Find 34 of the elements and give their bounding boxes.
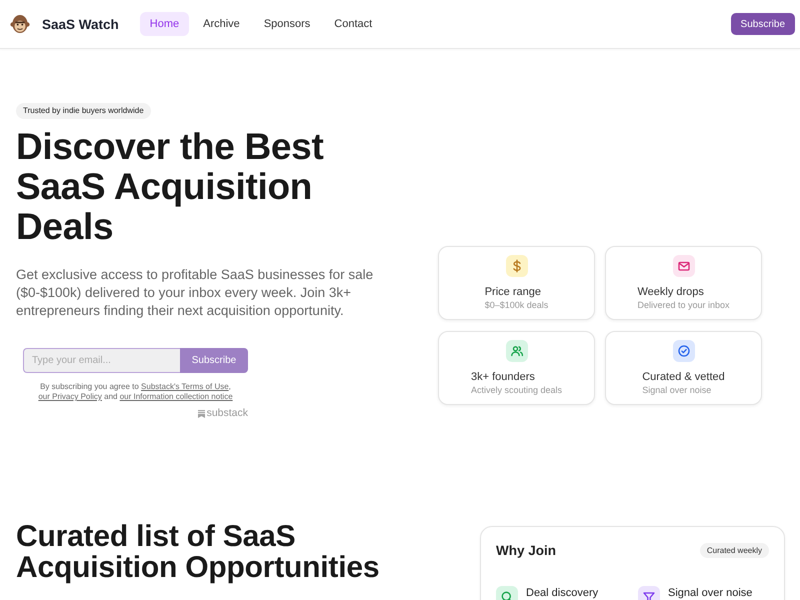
benefit-label: Signal over noise — [668, 586, 752, 599]
disclaimer-link[interactable]: our Privacy Policy — [38, 392, 102, 401]
brand-label[interactable]: substack — [206, 408, 248, 419]
hero-heading: Discover the Best SaaS Acquisition Deals — [16, 127, 324, 247]
section-heading: Curated list of SaaS Acquisition Opportunities — [16, 521, 380, 586]
brand-name[interactable]: SaaS Watch — [42, 16, 119, 32]
feature-title: 3k+ founders — [470, 370, 536, 384]
nav-tab[interactable]: Contact — [324, 12, 382, 36]
disclaimer-link[interactable]: our Information collection notice — [120, 392, 233, 401]
bookmark-icon — [198, 410, 205, 418]
envelope-icon — [672, 255, 694, 277]
benefit-label: Deal discovery — [526, 586, 598, 599]
hero-description: Get exclusive access to profitable SaaS businesses for sale ($0-$100k) delivered to your inbox every week. Join 3k+ entrepreneurs finding their next acquisition opportunity. — [16, 266, 374, 320]
feature-title: Curated & vetted — [642, 370, 725, 384]
trust-badge: Trusted by indie buyers worldwide — [16, 103, 151, 119]
feature-subtitle: Actively scouting deals — [470, 384, 562, 397]
dollar-icon — [506, 255, 528, 277]
card-title: Why Join — [496, 542, 556, 558]
feature-title: Weekly drops — [637, 285, 705, 299]
feature-subtitle: Signal over noise — [642, 384, 712, 397]
people-icon — [506, 340, 528, 362]
feature-subtitle: Delivered to your inbox — [637, 299, 730, 312]
subscribe-button[interactable]: Subscribe — [180, 348, 248, 373]
subscribe-button[interactable]: Subscribe — [730, 13, 795, 35]
disclaimer-text: By subscribing you agree to Substack's Terms of Use, our Privacy Policy and our Information collection notice — [37, 382, 234, 402]
feature-subtitle: $0–$100k deals — [484, 299, 548, 312]
ape-logo-icon[interactable] — [10, 14, 30, 34]
feature-title: Price range — [484, 285, 542, 299]
nav-tab[interactable]: Sponsors — [254, 12, 320, 36]
tag: Curated weekly — [700, 542, 769, 558]
disclaimer-link[interactable]: Substack's Terms of Use — [141, 382, 229, 391]
email-field[interactable]: Type your email... — [23, 348, 180, 373]
nav-tab[interactable]: Home — [140, 12, 190, 36]
nav-tab[interactable]: Archive — [193, 12, 250, 36]
